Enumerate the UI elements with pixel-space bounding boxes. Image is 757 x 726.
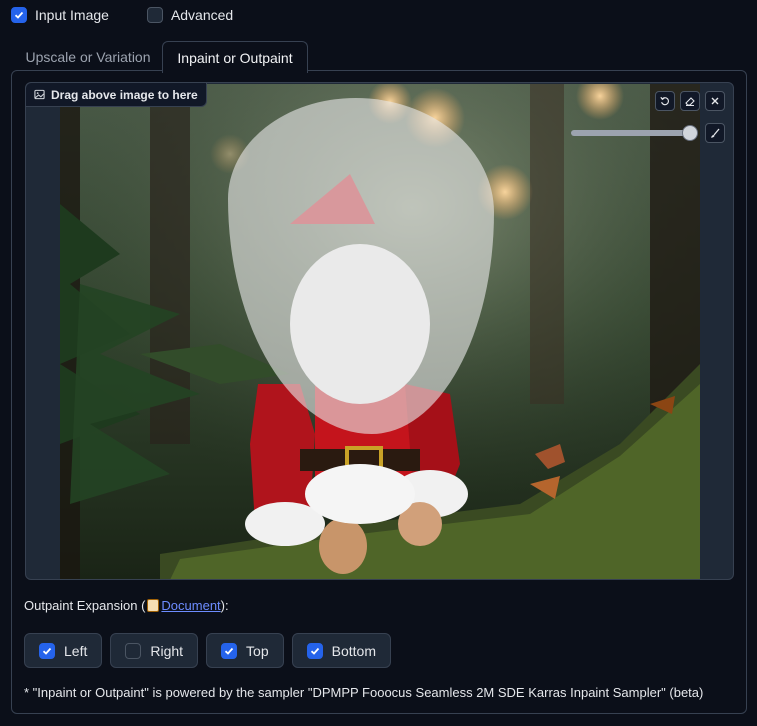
document-link[interactable]: Document xyxy=(161,598,220,613)
image-drop-text: Drag above image to here xyxy=(51,87,198,102)
bottom-checkbox[interactable] xyxy=(306,642,323,659)
document-icon xyxy=(147,599,160,612)
brush-size-control xyxy=(571,123,725,143)
input-image-checkbox[interactable] xyxy=(11,7,27,23)
image-canvas[interactable] xyxy=(60,84,700,579)
direction-top[interactable]: Top xyxy=(206,633,284,668)
input-image-label: Input Image xyxy=(35,7,109,23)
top-checkbox[interactable] xyxy=(221,642,238,659)
input-image-option[interactable]: Input Image xyxy=(11,6,109,24)
top-label: Top xyxy=(246,642,269,659)
inpaint-panel: Drag above image to here Outpaint Expans… xyxy=(11,70,747,714)
eraser-icon xyxy=(685,97,695,106)
sampler-note: * "Inpaint or Outpaint" is powered by th… xyxy=(24,685,704,700)
top-options: Input Image Advanced xyxy=(11,6,233,24)
advanced-option[interactable]: Advanced xyxy=(146,6,234,24)
direction-right[interactable]: Right xyxy=(110,633,199,668)
outpaint-expansion-label: Outpaint Expansion ( Document): xyxy=(24,598,229,613)
check-icon xyxy=(224,647,234,655)
brush-button[interactable] xyxy=(705,123,725,143)
image-drop-label: Drag above image to here xyxy=(26,83,207,107)
outpaint-label-prefix: Outpaint Expansion ( xyxy=(24,598,146,613)
check-icon xyxy=(310,647,319,655)
image-editor[interactable]: Drag above image to here xyxy=(25,82,734,580)
tab-inpaint-or-outpaint[interactable]: Inpaint or Outpaint xyxy=(162,41,308,73)
brush-size-slider[interactable] xyxy=(571,125,699,141)
editor-toolbar xyxy=(655,91,725,111)
right-label: Right xyxy=(150,642,184,659)
check-icon xyxy=(14,11,24,19)
left-checkbox[interactable] xyxy=(39,642,55,659)
tab-bar: Upscale or Variation Inpaint or Outpaint xyxy=(12,41,746,73)
direction-left[interactable]: Left xyxy=(24,633,103,668)
tab-upscale-or-variation[interactable]: Upscale or Variation xyxy=(16,41,160,72)
direction-bottom[interactable]: Bottom xyxy=(291,633,391,668)
left-label: Left xyxy=(64,642,88,659)
right-checkbox[interactable] xyxy=(125,642,142,659)
undo-icon xyxy=(660,96,669,106)
eraser-button[interactable] xyxy=(680,91,700,111)
image-icon xyxy=(34,89,45,100)
outpaint-label-suffix: ): xyxy=(220,598,229,613)
brush-size-thumb[interactable] xyxy=(682,125,699,141)
outpaint-directions: Left Right Top Bottom xyxy=(24,633,391,668)
advanced-checkbox[interactable] xyxy=(146,7,163,23)
advanced-label: Advanced xyxy=(170,7,234,23)
close-icon xyxy=(711,97,719,105)
bottom-label: Bottom xyxy=(331,642,376,659)
clear-button[interactable] xyxy=(705,91,725,111)
undo-button[interactable] xyxy=(655,91,675,111)
check-icon xyxy=(42,647,52,655)
brush-icon xyxy=(711,128,720,138)
